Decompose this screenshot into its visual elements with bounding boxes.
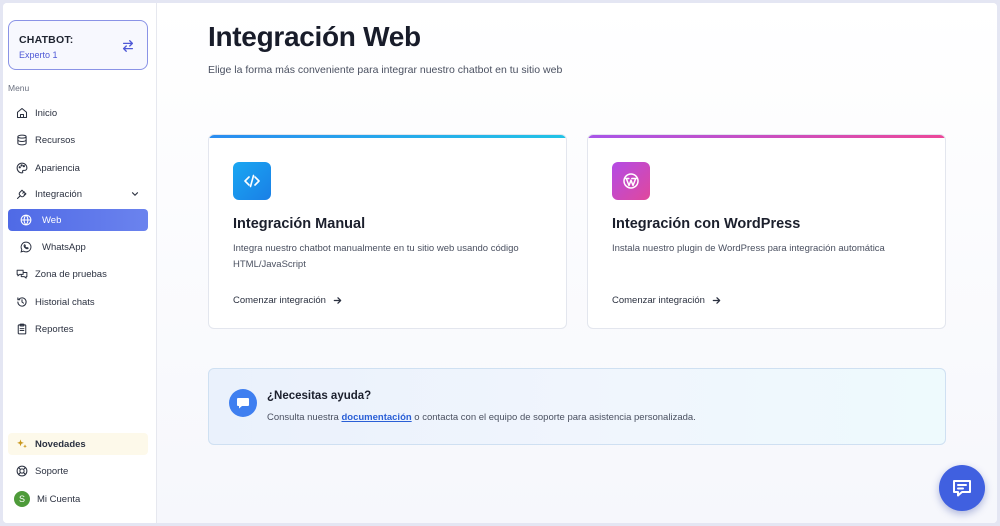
- help-text: Consulta nuestra documentación o contact…: [267, 412, 696, 423]
- help-title: ¿Necesitas ayuda?: [267, 390, 372, 402]
- message-icon: [237, 398, 249, 409]
- arrow-right-icon: [712, 297, 721, 304]
- sidebar-item-label: Web: [42, 214, 62, 226]
- chatbot-name: Experto 1: [19, 50, 58, 60]
- avatar: S: [14, 491, 30, 507]
- menu-label: Menu: [8, 83, 30, 93]
- sidebar-item-recursos[interactable]: Recursos: [8, 129, 148, 151]
- code-badge: [233, 162, 271, 200]
- page-subtitle: Elige la forma más conveniente para inte…: [208, 64, 563, 76]
- sidebar-item-label: Zona de pruebas: [35, 268, 107, 280]
- integration-card-wordpress[interactable]: Integración con WordPress Instala nuestr…: [587, 134, 946, 329]
- sidebar-item-label: Reportes: [35, 323, 74, 335]
- card-title: Integración Manual: [233, 216, 366, 232]
- arrow-right-icon: [333, 297, 342, 304]
- app-window: CHATBOT: Experto 1 Menu Inicio Recursos …: [3, 3, 997, 523]
- lifebuoy-icon: [16, 465, 28, 477]
- sidebar-item-apariencia[interactable]: Apariencia: [8, 157, 148, 179]
- card-accent-bar: [209, 135, 566, 138]
- card-description: Integra nuestro chatbot manualmente en t…: [233, 243, 519, 270]
- help-text-after: o contacta con el equipo de soporte para…: [411, 412, 696, 423]
- sidebar-item-historial-chats[interactable]: Historial chats: [8, 291, 148, 313]
- help-badge: [229, 389, 257, 417]
- sidebar-item-mi-cuenta[interactable]: S Mi Cuenta: [8, 488, 148, 510]
- whatsapp-icon: [20, 241, 32, 253]
- database-icon: [17, 134, 27, 146]
- card-title: Integración con WordPress: [612, 216, 801, 232]
- help-text-before: Consulta nuestra: [267, 412, 342, 423]
- swap-icon[interactable]: [121, 39, 135, 53]
- wordpress-badge: [612, 162, 650, 200]
- sidebar: CHATBOT: Experto 1 Menu Inicio Recursos …: [3, 3, 157, 523]
- sidebar-item-label: WhatsApp: [42, 241, 86, 253]
- integration-card-manual[interactable]: Integración Manual Integra nuestro chatb…: [208, 134, 567, 329]
- sidebar-item-integracion[interactable]: Integración: [8, 183, 148, 205]
- sidebar-item-label: Inicio: [35, 107, 58, 119]
- page-title: Integración Web: [208, 21, 421, 52]
- sidebar-item-label: Apariencia: [35, 162, 80, 174]
- palette-icon: [16, 162, 28, 174]
- sidebar-item-soporte[interactable]: Soporte: [8, 460, 148, 482]
- sidebar-item-zona-de-pruebas[interactable]: Zona de pruebas: [8, 263, 148, 285]
- code-icon: [244, 174, 260, 188]
- start-integration-link[interactable]: Comenzar integración: [612, 295, 721, 306]
- sidebar-item-label: Recursos: [35, 134, 76, 146]
- chat-icon: [953, 480, 971, 497]
- chat-widget-button[interactable]: [939, 465, 985, 511]
- sidebar-item-whatsapp[interactable]: WhatsApp: [8, 236, 148, 258]
- help-banner: ¿Necesitas ayuda? Consulta nuestra docum…: [208, 368, 946, 445]
- chevron-down-icon[interactable]: [130, 189, 140, 199]
- card-accent-bar: [588, 135, 945, 138]
- clipboard-icon: [17, 323, 27, 335]
- wordpress-icon: [623, 173, 639, 189]
- main-content: Integración Web Elige la forma más conve…: [157, 3, 997, 523]
- sidebar-item-label: Soporte: [35, 465, 69, 477]
- sidebar-item-label: Integración: [35, 188, 83, 200]
- history-icon: [17, 297, 27, 307]
- plug-icon: [16, 189, 27, 200]
- sidebar-item-novedades[interactable]: Novedades: [8, 433, 148, 455]
- chat-bubbles-icon: [16, 269, 28, 279]
- sidebar-item-label: Historial chats: [35, 296, 95, 308]
- chatbot-selector[interactable]: CHATBOT: Experto 1: [8, 20, 148, 70]
- start-integration-link[interactable]: Comenzar integración: [233, 295, 342, 306]
- sidebar-item-reportes[interactable]: Reportes: [8, 318, 148, 340]
- chatbot-label: CHATBOT:: [19, 34, 74, 46]
- sidebar-item-label: Novedades: [35, 438, 86, 450]
- globe-icon: [20, 214, 32, 226]
- documentation-link[interactable]: documentación: [341, 412, 411, 423]
- link-label: Comenzar integración: [233, 295, 326, 306]
- sidebar-item-inicio[interactable]: Inicio: [8, 102, 148, 124]
- sidebar-item-web[interactable]: Web: [8, 209, 148, 231]
- card-description: Instala nuestro plugin de WordPress para…: [612, 243, 885, 254]
- link-label: Comenzar integración: [612, 295, 705, 306]
- sparkles-icon: [17, 439, 27, 449]
- sidebar-item-label: Mi Cuenta: [37, 493, 81, 505]
- home-icon: [16, 107, 28, 119]
